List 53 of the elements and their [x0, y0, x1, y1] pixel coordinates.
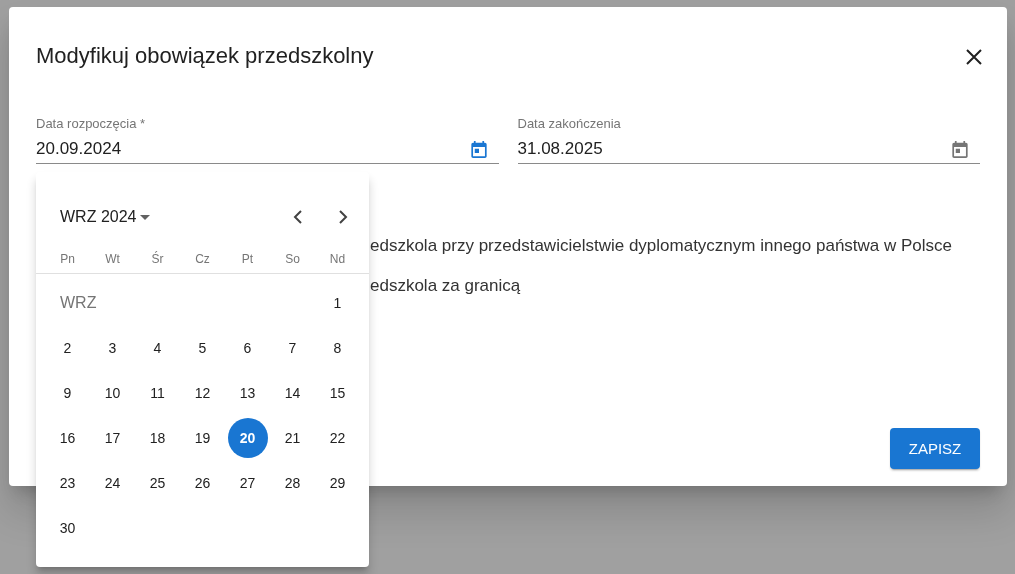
calendar-day[interactable]: 3 [92, 328, 133, 368]
calendar-day[interactable]: 20 [227, 418, 268, 458]
calendar-icon[interactable] [952, 140, 968, 158]
field-value: 20.09.2024 [36, 139, 122, 159]
calendar-day[interactable]: 15 [317, 373, 358, 413]
calendar-day[interactable]: 8 [317, 328, 358, 368]
calendar-day[interactable]: 6 [227, 328, 268, 368]
calendar-day[interactable]: 9 [47, 373, 88, 413]
calendar-day[interactable]: 16 [47, 418, 88, 458]
weekday-label: Śr [151, 252, 164, 266]
calendar-day[interactable]: 21 [272, 418, 313, 458]
weekday-label: Cz [195, 252, 210, 266]
calendar-day[interactable]: 14 [272, 373, 313, 413]
dialog-title: Modyfikuj obowiązek przedszkolny [36, 43, 374, 69]
month-year-selector[interactable]: WRZ 2024 [60, 208, 151, 226]
save-button[interactable]: ZAPISZ [890, 428, 980, 469]
month-label: WRZ [59, 294, 98, 312]
calendar-day[interactable]: 23 [47, 463, 88, 503]
weekday-label: Pn [60, 252, 75, 266]
date-field[interactable]: Data rozpoczęcia * 20.09.2024 [36, 116, 499, 164]
calendar-day[interactable]: 7 [272, 328, 313, 368]
calendar-day[interactable]: 17 [92, 418, 133, 458]
calendar-day[interactable]: 22 [317, 418, 358, 458]
weekday-label: Nd [329, 252, 346, 266]
weekday-label: So [285, 252, 300, 266]
weekday-label: Pt [241, 252, 254, 266]
calendar-day[interactable]: 13 [227, 373, 268, 413]
field-value: 31.08.2025 [517, 139, 603, 159]
option-label: edszkola przy przedstawicielstwie dyplomatycznym innego państwa w Polsce [370, 236, 954, 255]
weekday-label: Wt [105, 252, 120, 266]
calendar-icon[interactable] [470, 140, 487, 158]
calendar-day[interactable]: 10 [92, 373, 133, 413]
calendar-day[interactable]: 18 [137, 418, 178, 458]
calendar-day[interactable]: 28 [272, 463, 313, 503]
calendar-day[interactable]: 26 [182, 463, 223, 503]
calendar-day[interactable]: 30 [47, 508, 88, 548]
calendar-day[interactable]: 11 [137, 373, 178, 413]
caret-icon [140, 214, 151, 220]
field-label: Data zakończenia [517, 116, 622, 131]
calendar-day[interactable]: 2 [47, 328, 88, 368]
close-icon [966, 49, 982, 65]
calendar-day[interactable]: 19 [182, 418, 223, 458]
calendar-day[interactable]: 24 [92, 463, 133, 503]
calendar-day[interactable]: 29 [317, 463, 358, 503]
date-field[interactable]: Data zakończenia 31.08.2025 [517, 116, 980, 164]
calendar-day[interactable]: 5 [182, 328, 223, 368]
calendar-day[interactable]: 1 [317, 283, 358, 323]
option-label: edszkola za granicą [370, 276, 522, 295]
field-label: Data rozpoczęcia * [36, 116, 147, 131]
calendar-day[interactable]: 4 [137, 328, 178, 368]
calendar-day[interactable]: 25 [137, 463, 178, 503]
calendar-day[interactable]: 12 [182, 373, 223, 413]
calendar-day[interactable]: 27 [227, 463, 268, 503]
